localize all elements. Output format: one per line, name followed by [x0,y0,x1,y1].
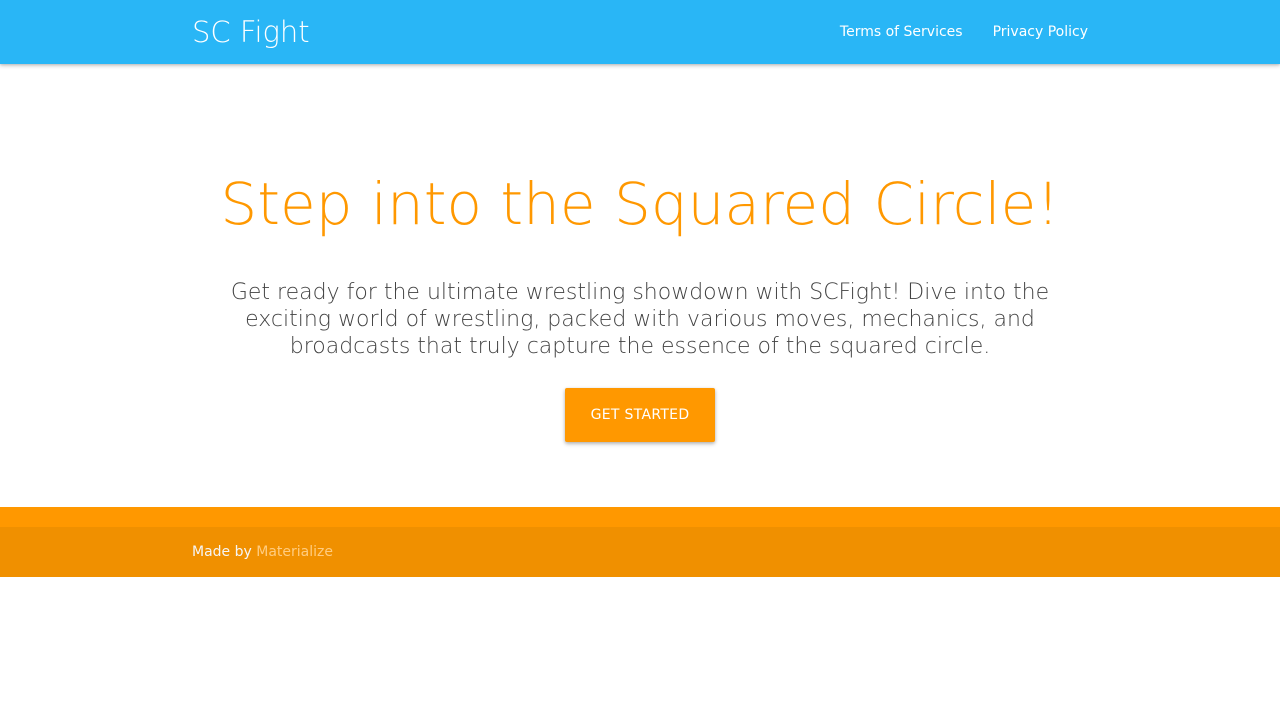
materialize-link[interactable]: Materialize [256,544,333,560]
hero-title: Step into the Squared Circle! [220,170,1060,238]
footer-credit: Made by Materialize [192,544,333,561]
brand-logo[interactable]: SC Fight [192,13,310,51]
hero-section: Step into the Squared Circle! Get ready … [0,64,1280,507]
footer-prefix: Made by [192,544,252,560]
nav-links: Terms of Services Privacy Policy [825,0,1088,64]
footer-band [0,507,1280,527]
navbar: SC Fight Terms of Services Privacy Polic… [0,0,1280,64]
footer: Made by Materialize [0,527,1280,577]
nav-link-privacy[interactable]: Privacy Policy [978,0,1088,64]
nav-link-terms[interactable]: Terms of Services [825,0,978,64]
hero-description: Get ready for the ultimate wrestling sho… [230,280,1050,359]
get-started-button[interactable]: GET STARTED [565,388,715,442]
